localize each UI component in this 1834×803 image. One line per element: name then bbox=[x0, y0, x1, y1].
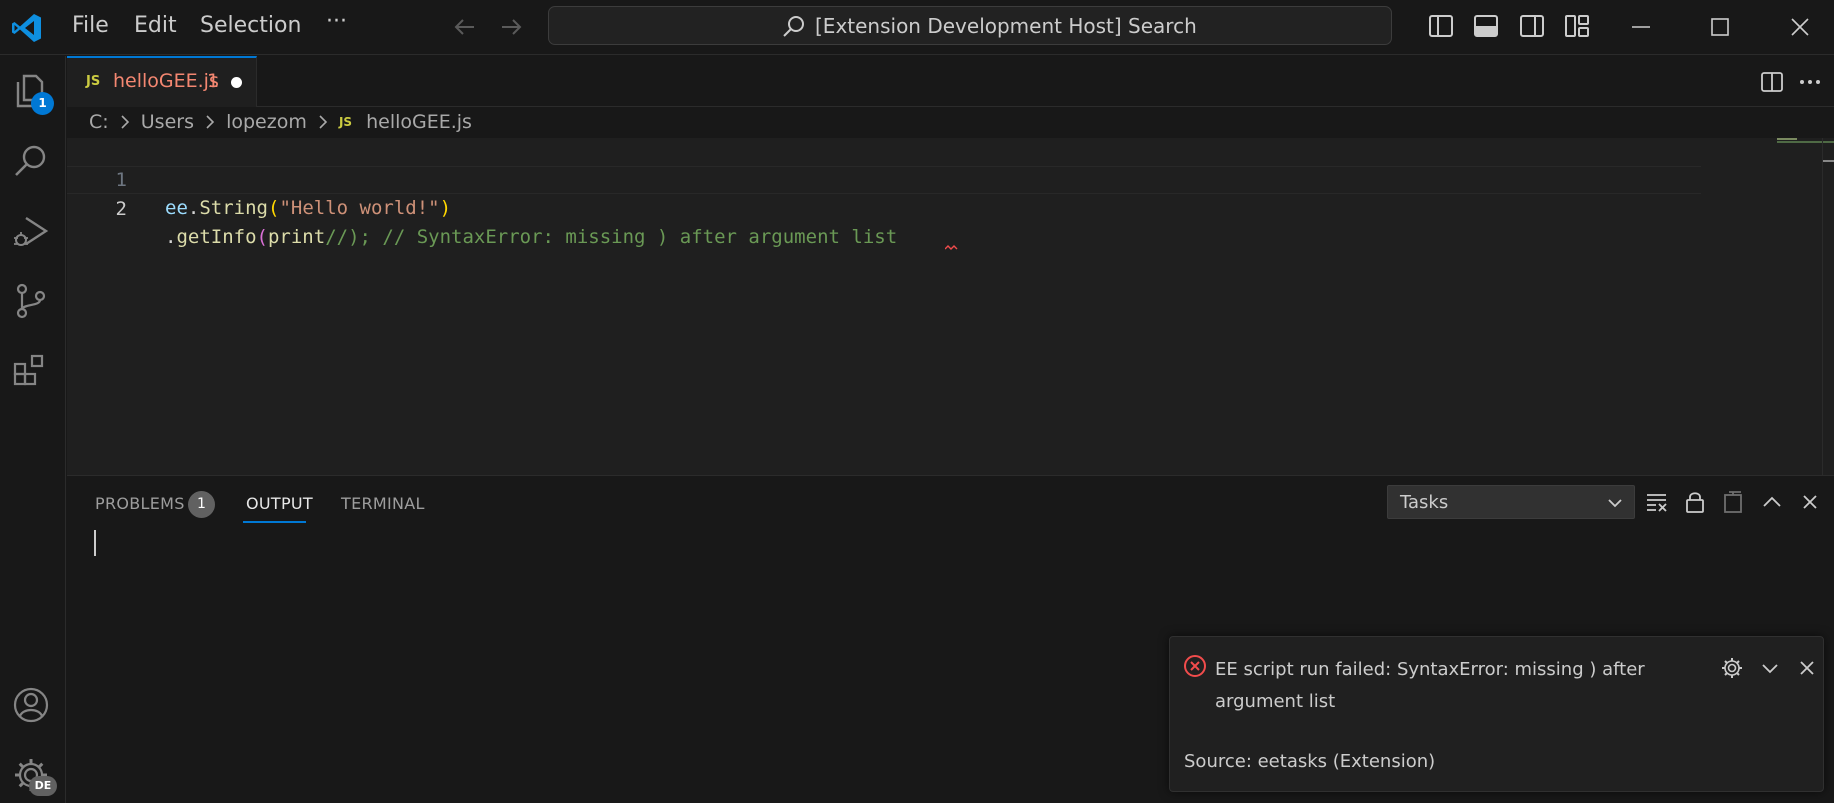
code-line-current[interactable]: 2 .getInfo(print//); // SyntaxError: mis… bbox=[67, 166, 1701, 250]
code-line[interactable]: 1 ee.String("Hello world!") bbox=[67, 138, 1701, 219]
source-control-icon[interactable] bbox=[10, 280, 52, 322]
code-token: "Hello world!" bbox=[279, 197, 440, 219]
code-editor[interactable]: 1 ee.String("Hello world!") 2 .getInfo(p… bbox=[67, 138, 1834, 475]
code-token: getInfo bbox=[176, 226, 257, 248]
editor-scrollbar[interactable] bbox=[1822, 138, 1834, 475]
error-squiggle bbox=[945, 189, 1014, 307]
active-tab-indicator bbox=[243, 521, 306, 523]
vscode-logo-icon bbox=[10, 11, 44, 45]
editor-tab-bar: JS helloGEE.js 1 bbox=[67, 56, 1834, 107]
line-code: .getInfo(print//); // SyntaxError: missi… bbox=[165, 223, 897, 251]
line-code: ee.String("Hello world!") bbox=[165, 194, 451, 222]
close-panel-icon[interactable] bbox=[1797, 489, 1823, 515]
chevron-down-icon bbox=[1606, 494, 1624, 512]
maximize-icon[interactable] bbox=[1705, 12, 1735, 42]
toggle-primary-sidebar-icon[interactable] bbox=[1427, 12, 1455, 40]
code-token: print bbox=[267, 226, 326, 248]
error-icon bbox=[1183, 654, 1207, 678]
lock-icon[interactable] bbox=[1682, 489, 1708, 515]
menu-file[interactable]: File bbox=[70, 12, 111, 40]
breadcrumb-drive[interactable]: C: bbox=[89, 111, 109, 133]
minimize-icon[interactable] bbox=[1626, 12, 1656, 42]
close-window-icon[interactable] bbox=[1785, 12, 1815, 42]
chevron-down-icon[interactable] bbox=[1757, 655, 1783, 681]
tab-hellogee-js[interactable]: JS helloGEE.js 1 bbox=[67, 56, 257, 107]
customize-layout-icon[interactable] bbox=[1563, 12, 1591, 40]
forward-arrow-icon[interactable] bbox=[498, 14, 524, 40]
maximize-panel-icon[interactable] bbox=[1759, 489, 1785, 515]
code-token: ee bbox=[165, 197, 188, 219]
chevron-right-icon bbox=[119, 114, 131, 129]
code-token: . bbox=[187, 197, 200, 219]
tab-terminal[interactable]: TERMINAL bbox=[341, 494, 425, 513]
extensions-icon[interactable] bbox=[10, 350, 52, 392]
output-channel-select[interactable]: Tasks bbox=[1387, 485, 1635, 519]
problems-count-badge: 1 bbox=[188, 491, 215, 518]
account-badge: DE bbox=[29, 776, 57, 796]
tab-problems[interactable]: PROBLEMS bbox=[95, 494, 185, 513]
menu-more[interactable]: ··· bbox=[324, 8, 349, 36]
code-token: String bbox=[199, 197, 268, 219]
output-channel-value: Tasks bbox=[1400, 492, 1449, 513]
split-editor-icon[interactable] bbox=[1759, 69, 1785, 95]
run-and-debug-icon[interactable] bbox=[10, 210, 52, 252]
notification-settings-gear-icon[interactable] bbox=[1719, 655, 1745, 681]
javascript-file-icon: JS bbox=[338, 114, 353, 129]
close-notification-icon[interactable] bbox=[1794, 655, 1820, 681]
line-number: 2 bbox=[115, 198, 127, 220]
unsaved-dot-icon[interactable] bbox=[231, 77, 242, 88]
command-center-search[interactable]: [Extension Development Host] Search bbox=[548, 6, 1392, 45]
toggle-secondary-sidebar-icon[interactable] bbox=[1518, 12, 1546, 40]
scrollbar-error-marker bbox=[1823, 160, 1834, 162]
menu-edit[interactable]: Edit bbox=[132, 12, 179, 40]
error-notification: EE script run failed: SyntaxError: missi… bbox=[1169, 636, 1824, 792]
tab-filename: helloGEE.js bbox=[113, 70, 219, 92]
javascript-file-icon: JS bbox=[86, 74, 101, 89]
title-bar: File Edit Selection ··· [Extension Devel… bbox=[0, 0, 1834, 55]
chevron-right-icon bbox=[204, 114, 216, 129]
explorer-badge: 1 bbox=[31, 92, 54, 115]
menu-selection[interactable]: Selection bbox=[198, 12, 303, 40]
code-token: ) bbox=[439, 197, 452, 219]
tab-problem-count: 1 bbox=[207, 70, 220, 92]
more-actions-icon[interactable] bbox=[1797, 69, 1823, 95]
accounts-icon[interactable] bbox=[10, 684, 52, 726]
search-icon[interactable] bbox=[10, 140, 52, 182]
toggle-panel-icon[interactable] bbox=[1472, 12, 1500, 40]
clear-output-icon[interactable] bbox=[1644, 489, 1670, 515]
code-token: . bbox=[165, 226, 177, 248]
open-output-editor-icon[interactable] bbox=[1720, 489, 1746, 515]
back-arrow-icon[interactable] bbox=[452, 14, 478, 40]
code-token: ( bbox=[267, 197, 280, 219]
breadcrumb-users[interactable]: Users bbox=[141, 111, 194, 133]
tab-output[interactable]: OUTPUT bbox=[246, 494, 313, 513]
breadcrumb-user-folder[interactable]: lopezom bbox=[226, 111, 307, 133]
code-token: ( bbox=[256, 226, 268, 248]
search-icon bbox=[781, 14, 807, 40]
notification-source: Source: eetasks (Extension) bbox=[1184, 751, 1436, 772]
chevron-right-icon bbox=[317, 114, 329, 129]
notification-message: EE script run failed: SyntaxError: missi… bbox=[1215, 659, 1645, 712]
breadcrumb-file[interactable]: helloGEE.js bbox=[366, 111, 472, 133]
text-cursor bbox=[94, 530, 96, 556]
code-token: //); // SyntaxError: missing ) after arg… bbox=[325, 226, 898, 248]
breadcrumb: C: Users lopezom JS helloGEE.js bbox=[89, 110, 472, 136]
search-text: [Extension Development Host] Search bbox=[815, 14, 1197, 38]
